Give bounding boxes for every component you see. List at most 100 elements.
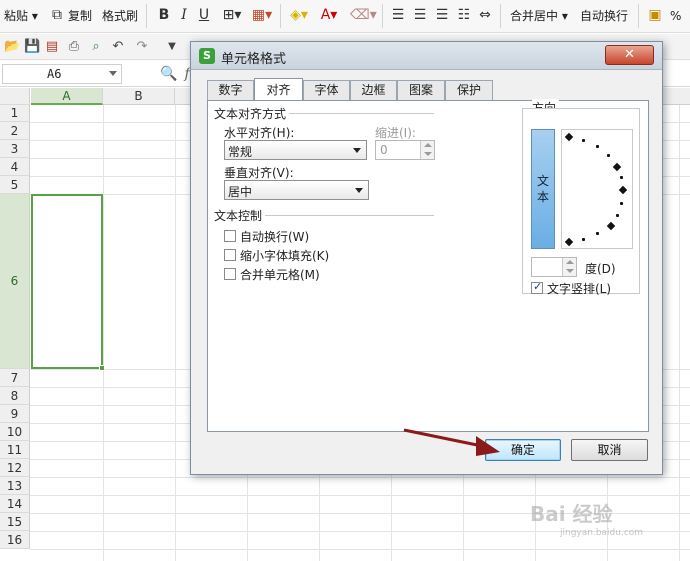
clear-format-icon[interactable]: ⌫▾ <box>350 5 377 25</box>
horizontal-align-label: 水平对齐(H): <box>224 126 295 140</box>
border-icon[interactable]: ⊞▾ <box>220 5 244 25</box>
row-header-selected[interactable]: 6 <box>0 194 30 369</box>
italic-button[interactable]: I <box>176 5 192 25</box>
selected-cell-a6[interactable] <box>31 194 105 371</box>
column-header-a[interactable]: A <box>31 88 103 105</box>
vertical-align-label: 垂直对齐(V): <box>224 166 294 180</box>
spin-buttons[interactable] <box>562 258 576 276</box>
shrink-to-fit-label[interactable]: 缩小字体填充(K) <box>240 247 329 264</box>
row-header[interactable]: 9 <box>0 405 30 423</box>
copy-icon[interactable]: ⧉ <box>48 5 66 25</box>
shrink-to-fit-checkbox[interactable] <box>224 249 236 261</box>
tab-number[interactable]: 数字 <box>207 80 254 100</box>
undo-icon[interactable]: ↶ <box>110 39 126 55</box>
row-header[interactable]: 1 <box>0 105 30 122</box>
select-all-corner[interactable] <box>0 88 30 105</box>
merge-cells-checkbox[interactable] <box>224 268 236 280</box>
cell-fill-grid-icon[interactable]: ▦▾ <box>250 5 274 25</box>
export-pdf-icon[interactable]: ▤ <box>44 39 60 55</box>
merge-center-label: 合并居中 <box>510 9 559 23</box>
vertical-text-preview[interactable]: 文 本 <box>531 129 555 249</box>
merge-center-button[interactable]: 合并居中 ▾ <box>510 6 568 26</box>
wrap-text-checkbox[interactable] <box>224 230 236 242</box>
row-header[interactable]: 15 <box>0 513 30 531</box>
tab-font[interactable]: 字体 <box>303 80 350 100</box>
row-header[interactable]: 5 <box>0 176 30 194</box>
row-header[interactable]: 3 <box>0 140 30 158</box>
row-header[interactable]: 11 <box>0 441 30 459</box>
tab-alignment[interactable]: 对齐 <box>254 78 303 100</box>
spin-up-icon <box>566 260 574 264</box>
dial-marker-upper <box>612 162 622 172</box>
row-header[interactable]: 14 <box>0 495 30 513</box>
ribbon-divider <box>146 4 147 28</box>
orientation-group: 文 本 度(D) ✓ 文字竖排(L) <box>522 108 640 297</box>
wrap-text-button[interactable]: 自动换行 <box>580 6 628 26</box>
redo-icon[interactable]: ↷ <box>134 39 150 55</box>
align-right-icon[interactable]: ☰ <box>434 5 450 25</box>
ribbon-divider <box>638 4 639 28</box>
number-format-icon[interactable]: ▣ <box>646 5 664 25</box>
zoom-icon[interactable]: 🔍 <box>160 64 178 84</box>
vertical-text-label[interactable]: 文字竖排(L) <box>547 280 611 297</box>
row-header[interactable]: 4 <box>0 158 30 176</box>
open-folder-icon[interactable]: 📂 <box>4 39 20 55</box>
dial-dot <box>582 238 585 241</box>
row-header[interactable]: 10 <box>0 423 30 441</box>
indent-stepper[interactable]: 0 <box>375 140 435 160</box>
paste-button[interactable]: 粘贴 ▾ <box>4 6 38 26</box>
justify-icon[interactable]: ☷ <box>456 5 472 25</box>
fill-handle[interactable] <box>99 365 105 371</box>
row-header[interactable]: 13 <box>0 477 30 495</box>
align-left-icon[interactable]: ☰ <box>390 5 406 25</box>
tab-protection[interactable]: 保护 <box>445 80 493 100</box>
percent-button[interactable]: % <box>670 6 681 26</box>
grid-line <box>30 549 690 550</box>
align-center-icon[interactable]: ☰ <box>412 5 428 25</box>
row-header[interactable]: 16 <box>0 531 30 549</box>
row-header[interactable]: 7 <box>0 369 30 387</box>
underline-button[interactable]: U <box>196 5 212 25</box>
grid-line <box>103 105 104 561</box>
ribbon-divider <box>382 4 383 28</box>
bold-button[interactable]: B <box>156 5 172 25</box>
orientation-dial[interactable] <box>561 129 633 249</box>
degree-label: 度(D) <box>585 262 616 276</box>
vertical-text-checkbox[interactable] <box>531 280 543 294</box>
wrap-text-label[interactable]: 自动换行(W) <box>240 228 309 245</box>
horizontal-align-select[interactable]: 常规 <box>224 140 367 160</box>
cancel-button[interactable]: 取消 <box>571 439 648 461</box>
grid-line <box>175 105 176 561</box>
spin-down-icon <box>424 152 432 156</box>
vertical-align-select[interactable]: 居中 <box>224 180 369 200</box>
ribbon-divider <box>500 4 501 28</box>
spin-buttons[interactable] <box>420 141 434 159</box>
format-painter-button[interactable]: 格式刷 <box>102 6 138 26</box>
customize-toolbar-icon[interactable]: ▼ <box>164 39 180 55</box>
save-icon[interactable]: 💾 <box>24 39 40 55</box>
tab-pattern[interactable]: 图案 <box>397 80 445 100</box>
grid-line <box>30 495 690 496</box>
print-icon[interactable]: ⎙ <box>66 39 82 55</box>
distributed-align-icon[interactable]: ⇔ <box>476 5 494 25</box>
close-button[interactable]: ✕ <box>605 45 654 65</box>
print-preview-icon[interactable]: ⌕ <box>88 39 104 55</box>
degree-stepper[interactable] <box>531 257 577 277</box>
copy-button[interactable]: 复制 <box>68 6 92 26</box>
row-header[interactable]: 12 <box>0 459 30 477</box>
font-color-button[interactable]: A▾ <box>316 5 342 25</box>
name-box[interactable]: A6 <box>2 64 122 84</box>
chevron-down-icon <box>353 148 361 153</box>
row-header[interactable]: 2 <box>0 122 30 140</box>
dialog-titlebar[interactable]: S 单元格格式 ✕ <box>191 42 662 70</box>
ribbon-toolbar: 粘贴 ▾ ⧉ 复制 格式刷 B I U ⊞▾ ▦▾ ◈▾ A▾ ⌫▾ ☰ ☰ ☰… <box>0 0 690 33</box>
column-header-b[interactable]: B <box>103 88 175 105</box>
merge-cells-label[interactable]: 合并单元格(M) <box>240 266 320 283</box>
dial-dot <box>607 154 610 157</box>
tab-border[interactable]: 边框 <box>350 80 397 100</box>
name-box-dropdown-icon[interactable] <box>109 71 117 76</box>
grid-line <box>679 105 680 561</box>
row-header[interactable]: 8 <box>0 387 30 405</box>
fill-color-icon[interactable]: ◈▾ <box>286 5 312 25</box>
text-control-group-label: 文本控制 <box>214 207 266 224</box>
